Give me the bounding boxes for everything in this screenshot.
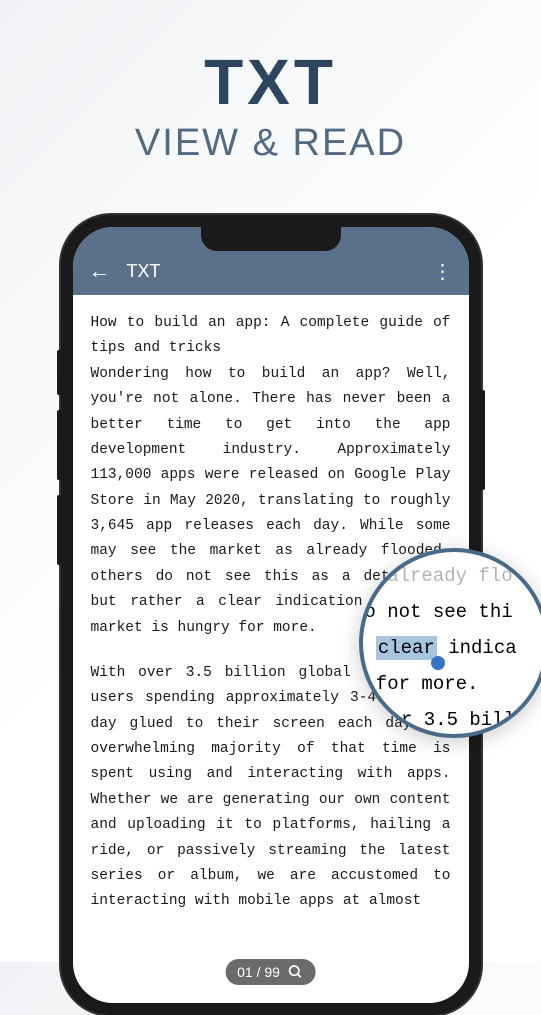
phone-side-button (57, 410, 61, 480)
document-paragraph: How to build an app: A complete guide of… (91, 311, 451, 362)
magnifier-line: r 3.5 bill (359, 702, 535, 738)
page-counter: 01 / 99 (237, 964, 280, 980)
back-arrow-icon[interactable]: ← (89, 258, 111, 284)
search-icon[interactable] (288, 964, 304, 980)
selection-handle-icon[interactable] (431, 656, 445, 670)
promo-title: TXT (20, 50, 521, 114)
phone-side-button (481, 390, 485, 490)
magnifier-line: y for more. (359, 666, 535, 702)
promo-subtitle: VIEW & READ (20, 122, 521, 165)
phone-notch (201, 227, 341, 251)
phone-side-button (57, 350, 61, 395)
magnifier-line: a clear indica (359, 630, 535, 666)
page-indicator[interactable]: 01 / 99 (225, 959, 316, 985)
magnifier-content: as already flo mark do not see thi a cle… (359, 552, 535, 738)
phone-side-button (57, 495, 61, 565)
app-bar-title: TXT (127, 261, 433, 282)
selected-text[interactable]: clear (376, 636, 437, 660)
more-menu-icon[interactable]: ⋮ (433, 259, 453, 284)
magnifier-lens: as already flo mark do not see thi a cle… (359, 548, 541, 738)
magnifier-line: do not see thi (359, 594, 535, 630)
magnifier-line: as already flo mark (359, 558, 535, 594)
promo-header: TXT VIEW & READ (0, 0, 541, 195)
